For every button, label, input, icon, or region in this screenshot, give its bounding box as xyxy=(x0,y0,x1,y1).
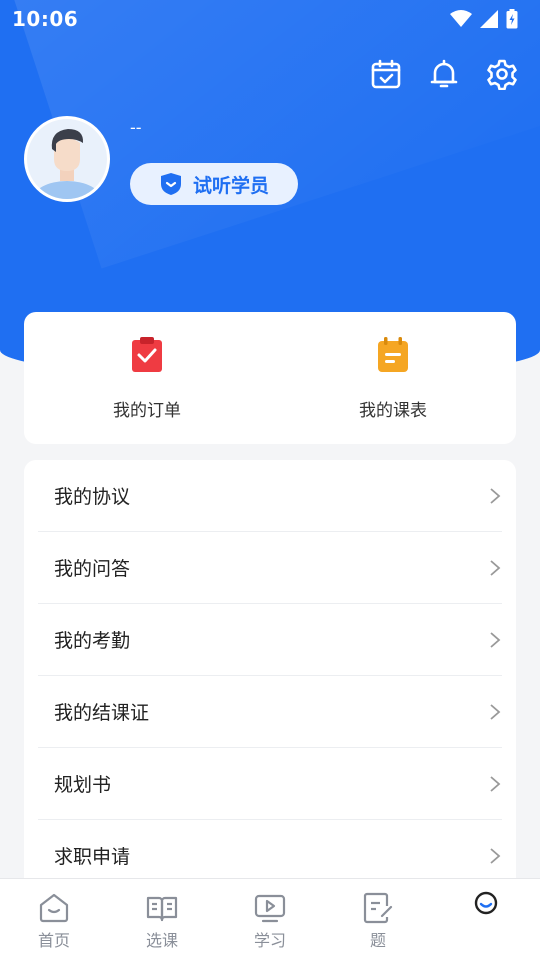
status-time: 10:06 xyxy=(12,7,79,31)
menu-item-completion-certificate[interactable]: 我的结课证 xyxy=(38,676,502,748)
wifi-icon xyxy=(450,10,472,27)
chevron-right-icon xyxy=(490,775,501,792)
my-schedule-button[interactable]: 我的课表 xyxy=(270,312,516,444)
profile-face-icon xyxy=(474,891,498,915)
tab-home[interactable]: 首页 xyxy=(0,879,108,960)
menu-list: 我的协议 我的问答 我的考勤 我的结课证 规划书 求职申请 xyxy=(24,460,516,900)
menu-item-label: 我的考勤 xyxy=(54,630,131,652)
bottom-tab-bar: 首页 选课 学习 题 xyxy=(0,878,540,960)
chevron-right-icon xyxy=(490,559,501,576)
home-icon xyxy=(39,893,69,923)
calendar-check-icon[interactable] xyxy=(370,58,402,90)
menu-item-plan-book[interactable]: 规划书 xyxy=(38,748,502,820)
order-clipboard-icon xyxy=(132,337,162,372)
menu-item-label: 我的协议 xyxy=(54,486,131,508)
book-icon xyxy=(146,896,178,922)
gear-icon[interactable] xyxy=(486,58,518,90)
my-schedule-label: 我的课表 xyxy=(359,401,427,421)
chevron-right-icon xyxy=(490,487,501,504)
member-status-label: 试听学员 xyxy=(192,174,269,197)
tab-label: 学习 xyxy=(253,931,286,950)
username: -- xyxy=(130,118,142,137)
chevron-right-icon xyxy=(490,703,501,720)
default-avatar-illustration xyxy=(33,129,101,199)
member-status-badge[interactable]: 试听学员 xyxy=(130,163,298,205)
menu-item-qa[interactable]: 我的问答 xyxy=(38,532,502,604)
tab-label: 选课 xyxy=(145,931,178,950)
schedule-notepad-icon xyxy=(378,337,408,372)
exam-icon xyxy=(363,892,393,924)
menu-item-label: 求职申请 xyxy=(54,846,131,868)
chevron-right-icon xyxy=(490,631,501,648)
my-orders-button[interactable]: 我的订单 xyxy=(24,312,270,444)
my-orders-label: 我的订单 xyxy=(113,401,181,421)
menu-item-label: 规划书 xyxy=(54,774,112,796)
menu-item-attendance[interactable]: 我的考勤 xyxy=(38,604,502,676)
avatar[interactable] xyxy=(24,116,110,202)
menu-item-label: 我的问答 xyxy=(54,558,131,580)
play-screen-icon xyxy=(254,894,286,923)
signal-icon xyxy=(480,10,498,28)
tab-study[interactable]: 学习 xyxy=(216,879,324,960)
tab-label: 首页 xyxy=(37,931,70,950)
shield-check-icon xyxy=(160,173,181,195)
header-actions xyxy=(370,58,518,90)
chevron-right-icon xyxy=(490,847,501,864)
menu-item-label: 我的结课证 xyxy=(54,702,150,724)
menu-item-agreements[interactable]: 我的协议 xyxy=(38,460,502,532)
bell-icon[interactable] xyxy=(428,58,460,90)
quick-actions-card: 我的订单 我的课表 xyxy=(24,312,516,444)
tab-questions[interactable]: 题 xyxy=(324,879,432,960)
battery-icon xyxy=(506,9,518,29)
tab-courses[interactable]: 选课 xyxy=(108,879,216,960)
status-bar: 10:06 xyxy=(0,0,540,38)
tab-label: 题 xyxy=(369,931,386,950)
tab-profile[interactable] xyxy=(432,879,540,960)
status-icons xyxy=(450,9,518,29)
